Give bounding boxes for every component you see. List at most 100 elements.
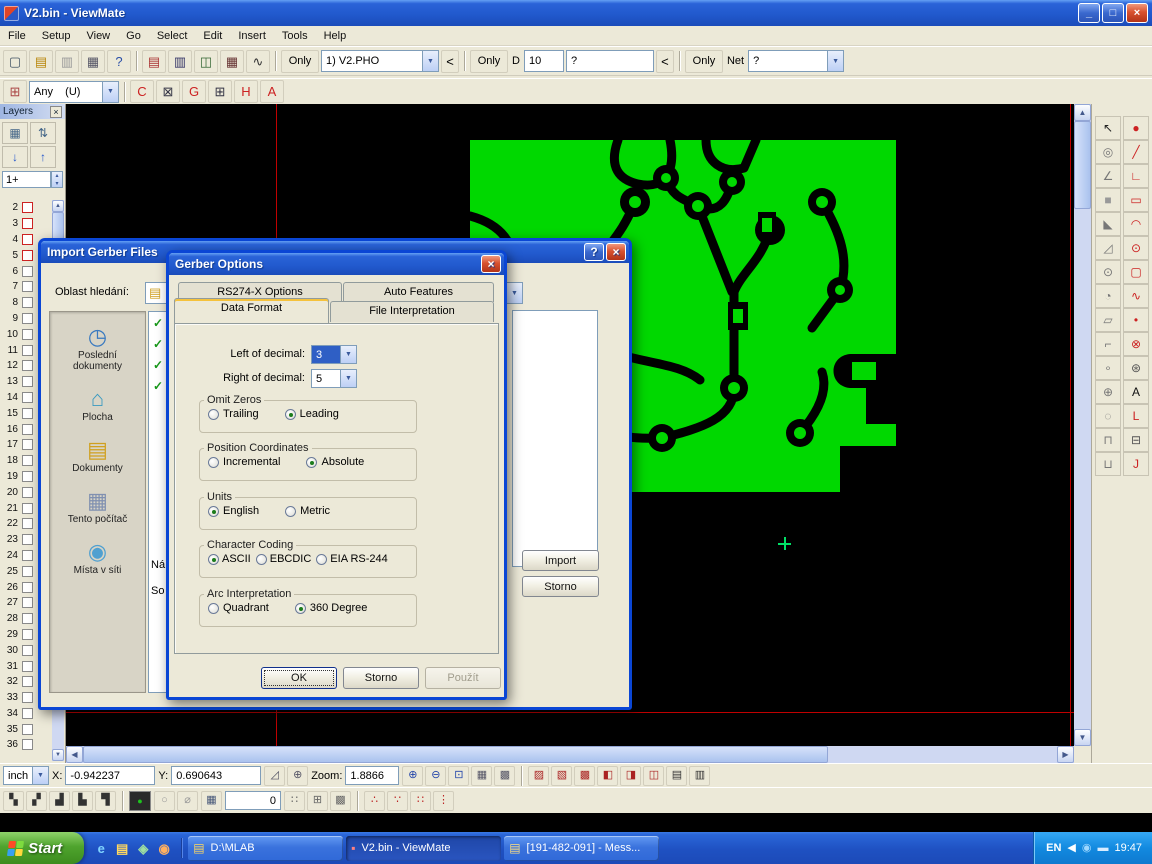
draw-corner-icon[interactable]: ∟ xyxy=(1123,164,1149,188)
pattern-red-c-icon[interactable]: ∷ xyxy=(410,791,431,811)
layer-color-box[interactable] xyxy=(22,518,33,529)
panel-icon[interactable]: ⊟ xyxy=(1123,428,1149,452)
cancel-button[interactable]: Storno xyxy=(343,667,419,689)
spinner-up-icon[interactable]: ▴ xyxy=(55,172,58,180)
layer-color-box[interactable] xyxy=(22,329,33,340)
close-icon[interactable]: × xyxy=(481,255,501,273)
layer-color-box[interactable] xyxy=(22,661,33,672)
layer-color-box[interactable] xyxy=(22,408,33,419)
view-fill-icon[interactable]: ▩ xyxy=(574,766,595,786)
draw-pad-icon[interactable]: ● xyxy=(1123,116,1149,140)
close-icon[interactable]: × xyxy=(606,243,626,261)
unit-combo[interactable]: inch ▼ xyxy=(3,766,49,785)
layer-row-36[interactable]: 36 xyxy=(2,737,50,753)
dot-grid-icon[interactable]: ▩ xyxy=(494,766,515,786)
layer-color-box[interactable] xyxy=(22,550,33,561)
radio-absolute[interactable]: Absolute xyxy=(306,456,364,468)
gerber-dialog-titlebar[interactable]: Gerber Options × xyxy=(169,253,504,275)
place-recent-documents[interactable]: ◷Poslední dokumenty xyxy=(50,324,145,372)
menu-item-file[interactable]: File xyxy=(0,28,34,44)
draw-arc-icon[interactable]: ◠ xyxy=(1123,212,1149,236)
layer-color-box[interactable] xyxy=(22,739,33,750)
layer-color-box[interactable] xyxy=(22,597,33,608)
slope-icon[interactable]: ◿ xyxy=(1095,236,1121,260)
aperture-combo[interactable]: Any (U) ▼ xyxy=(29,81,119,103)
layer-color-box[interactable] xyxy=(22,345,33,356)
tab-data-format[interactable]: Data Format xyxy=(174,298,329,323)
start-button[interactable]: Start xyxy=(0,832,84,864)
import-button[interactable]: Import xyxy=(522,550,599,571)
view-traces-icon[interactable]: ▧ xyxy=(551,766,572,786)
spinner-down-icon[interactable]: ▾ xyxy=(55,180,58,188)
menu-item-insert[interactable]: Insert xyxy=(230,28,274,44)
chevron-down-icon[interactable]: ▼ xyxy=(32,767,48,784)
chevron-down-icon[interactable]: ▼ xyxy=(102,82,118,102)
pattern-red-d-icon[interactable]: ⋮ xyxy=(433,791,454,811)
snap-grid-icon[interactable]: ⊞ xyxy=(3,80,27,103)
quadrant-icon[interactable]: ◔ xyxy=(1095,284,1121,308)
only-net-button[interactable]: Only xyxy=(685,50,723,73)
menu-item-tools[interactable]: Tools xyxy=(274,28,316,44)
layer-color-box[interactable] xyxy=(22,281,33,292)
radio-eia-rs-244[interactable]: EIA RS-244 xyxy=(316,553,387,565)
vertical-scroll-thumb[interactable] xyxy=(1074,121,1091,209)
layer-color-box[interactable] xyxy=(22,534,33,545)
report-icon[interactable]: ▦ xyxy=(220,50,244,73)
aperture-c-icon[interactable]: C xyxy=(130,80,154,103)
layer-table-icon[interactable]: ▦ xyxy=(2,122,28,144)
layer-color-box[interactable] xyxy=(22,613,33,624)
parallelogram-icon[interactable]: ▱ xyxy=(1095,308,1121,332)
canvas-vertical-scrollbar[interactable]: ▲ ▼ xyxy=(1074,104,1091,746)
taskbar-task-191-482-091-mess[interactable]: ▤[191-482-091] - Mess... xyxy=(504,836,659,861)
grid-toggle-icon[interactable]: ▦ xyxy=(471,766,492,786)
layer-row-3[interactable]: 3 xyxy=(2,216,50,232)
radio-360-degree[interactable]: 360 Degree xyxy=(295,602,368,614)
layer-color-box[interactable] xyxy=(22,487,33,498)
pattern-red-a-icon[interactable]: ∴ xyxy=(364,791,385,811)
zoom-out-icon[interactable]: ⊖ xyxy=(425,766,446,786)
scroll-up-icon[interactable]: ▲ xyxy=(1074,104,1091,121)
layer-color-box[interactable] xyxy=(22,724,33,735)
layer-color-box[interactable] xyxy=(22,250,33,261)
triangle-fill-icon[interactable]: ◣ xyxy=(1095,212,1121,236)
null-dcode-icon[interactable]: ○ xyxy=(154,791,175,811)
ok-button[interactable]: OK xyxy=(261,667,337,689)
horizontal-scroll-thumb[interactable] xyxy=(83,746,828,763)
chevron-down-icon[interactable]: ▼ xyxy=(340,346,356,363)
layer-color-box[interactable] xyxy=(22,360,33,371)
burst-icon[interactable]: ⊛ xyxy=(1123,356,1149,380)
menu-item-help[interactable]: Help xyxy=(316,28,355,44)
save-icon[interactable]: ▥ xyxy=(55,50,79,73)
layer-color-box[interactable] xyxy=(22,676,33,687)
radio-metric[interactable]: Metric xyxy=(285,505,330,517)
help-icon[interactable]: ? xyxy=(584,243,604,261)
corner-icon[interactable]: ⌐ xyxy=(1095,332,1121,356)
left-of-decimal-combo[interactable]: 3 ▼ xyxy=(311,345,357,364)
scroll-down-icon[interactable]: ▼ xyxy=(52,749,64,761)
messenger-tray-icon[interactable]: ◉ xyxy=(1082,843,1092,854)
zoom-in-icon[interactable]: ⊕ xyxy=(402,766,423,786)
radio-ebcdic[interactable]: EBCDIC xyxy=(256,553,312,565)
draw-wave-icon[interactable]: ∿ xyxy=(1123,284,1149,308)
layer-color-box[interactable] xyxy=(22,645,33,656)
layer-color-box[interactable] xyxy=(22,692,33,703)
cancel-button[interactable]: Storno xyxy=(522,576,599,597)
draw-circle-icon[interactable]: ⊙ xyxy=(1123,236,1149,260)
layer-color-box[interactable] xyxy=(22,266,33,277)
select-pads-icon[interactable]: ▚ xyxy=(3,791,24,811)
right-of-decimal-combo[interactable]: 5 ▼ xyxy=(311,369,357,388)
draw-rect-icon[interactable]: ▭ xyxy=(1123,188,1149,212)
matrix-icon[interactable]: ▩ xyxy=(330,791,351,811)
layer-color-box[interactable] xyxy=(22,455,33,466)
view-positive-icon[interactable]: ◨ xyxy=(620,766,641,786)
maximize-button[interactable]: □ xyxy=(1102,3,1124,23)
layer-up-icon[interactable]: ↑ xyxy=(30,146,56,168)
layer-color-box[interactable] xyxy=(22,392,33,403)
prev-layer-button[interactable]: < xyxy=(441,50,459,73)
layer-row-2[interactable]: 2 xyxy=(2,200,50,216)
pattern-red-b-icon[interactable]: ∵ xyxy=(387,791,408,811)
layer-color-box[interactable] xyxy=(22,439,33,450)
scroll-down-icon[interactable]: ▼ xyxy=(1074,729,1091,746)
zoom-window-icon[interactable]: ⊡ xyxy=(448,766,469,786)
zoom-input[interactable]: 1.8866 xyxy=(345,766,399,785)
